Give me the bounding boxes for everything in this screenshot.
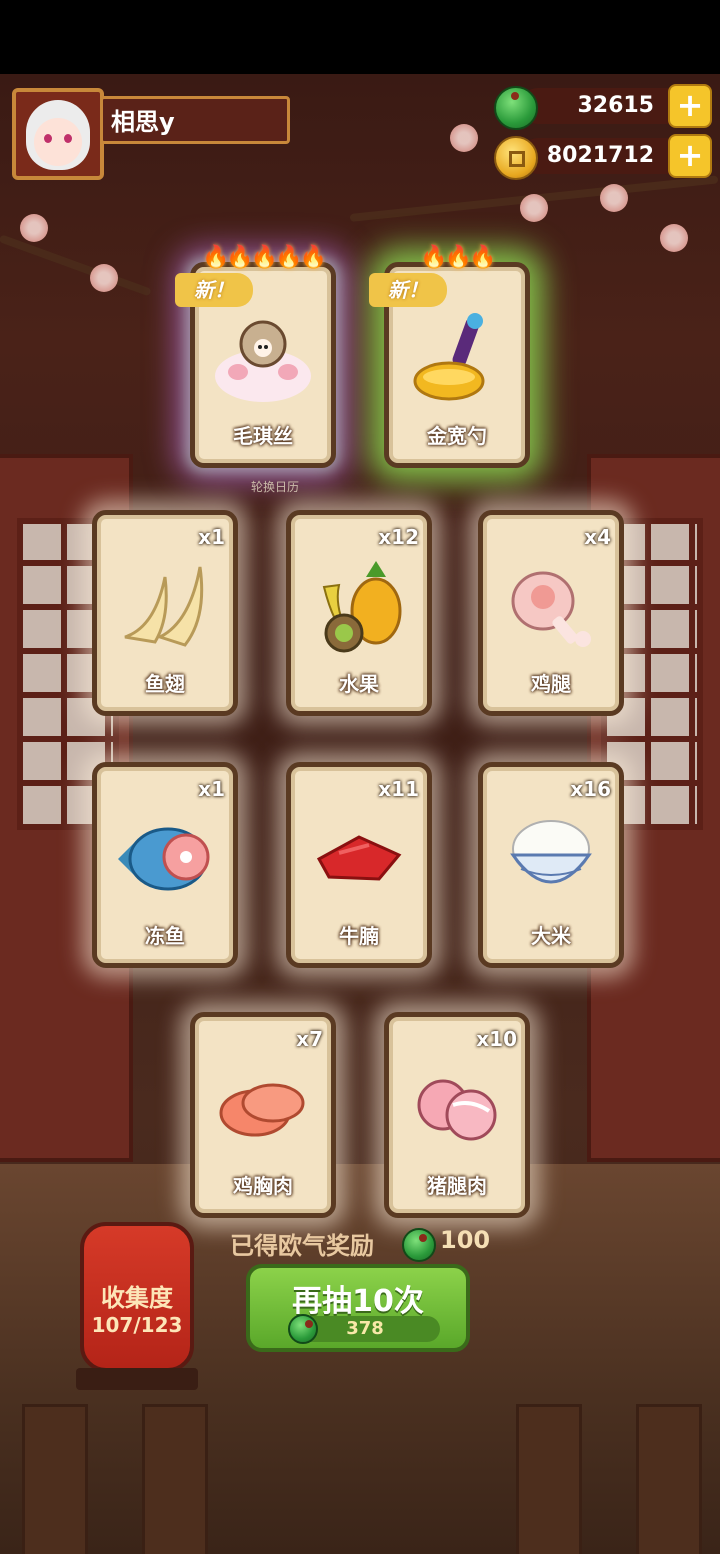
jade-icon (288, 1314, 318, 1344)
card-quantity: x7 (296, 1027, 323, 1051)
new-badge: 新！ (175, 273, 253, 307)
collection-label: 收集度 (101, 1284, 173, 1312)
shark-fin-icon (115, 557, 215, 661)
pork-leg-icon (407, 1069, 507, 1153)
card-name: 鸡胸肉 (233, 1174, 293, 1198)
featured-card[interactable]: 🔥🔥🔥🔥🔥 新！ 毛琪丝 (175, 245, 336, 468)
reward-card[interactable]: x1 冻鱼 (92, 762, 238, 968)
fence-post (142, 1404, 208, 1554)
rotation-calendar-caption: 轮换日历 (250, 480, 299, 494)
reward-card[interactable]: x7 鸡胸肉 (190, 1012, 336, 1218)
reward-card[interactable]: x4 鸡腿 (478, 510, 624, 716)
golden-ladle-icon (407, 309, 507, 413)
card-name: 猪腿肉 (427, 1174, 487, 1198)
collection-lantern[interactable]: 收集度 107/123 (80, 1222, 194, 1372)
card-quantity: x12 (378, 525, 419, 549)
reward-card[interactable]: x12 水果 (286, 510, 432, 716)
reward-card[interactable]: x16 大米 (478, 762, 624, 968)
add-jade-button[interactable]: + (668, 84, 712, 128)
cat-character-icon (208, 314, 318, 408)
card-quantity: x16 (570, 777, 611, 801)
card-name: 金宽勺 (427, 424, 487, 448)
fence-post (22, 1404, 88, 1554)
rice-bowl-icon (501, 809, 601, 913)
card-quantity: x1 (198, 777, 225, 801)
player-name: 相思y (100, 96, 290, 144)
reward-card[interactable]: x10 猪腿肉 (384, 1012, 530, 1218)
jade-icon (402, 1228, 436, 1262)
rarity-flames: 🔥🔥🔥 (420, 245, 496, 270)
card-quantity: x11 (378, 777, 419, 801)
lantern-stand (76, 1368, 198, 1390)
game-screen: 相思y 32615 + 8021712 + 🔥🔥🔥🔥🔥 新！ 毛琪丝 🔥🔥🔥 新… (0, 0, 720, 1554)
reward-card[interactable]: x11 牛腩 (286, 762, 432, 968)
card-name: 冻鱼 (145, 924, 185, 948)
rarity-flames: 🔥🔥🔥🔥🔥 (202, 245, 327, 270)
chicken-breast-icon (213, 1069, 313, 1153)
draw-cost-value: 378 (346, 1318, 384, 1339)
avatar-face (26, 100, 90, 170)
fruit-basket-icon (304, 557, 414, 661)
card-name: 鸡腿 (531, 672, 571, 696)
card-name: 水果 (339, 672, 379, 696)
card-name: 鱼翅 (145, 672, 185, 696)
card-name: 大米 (531, 924, 571, 948)
collection-count: 107/123 (91, 1313, 183, 1337)
new-badge: 新！ (369, 273, 447, 307)
card-name: 毛琪丝 (233, 424, 293, 448)
card-quantity: x4 (584, 525, 611, 549)
card-quantity: x10 (476, 1027, 517, 1051)
chicken-leg-icon (501, 557, 601, 661)
coin-icon (494, 136, 538, 180)
draw-again-label: 再抽10次 (292, 1284, 424, 1319)
fence-post (636, 1404, 702, 1554)
reward-label: 已得欧气奖励 (230, 1232, 374, 1260)
draw-again-button[interactable]: 再抽10次 378 (246, 1264, 470, 1352)
card-quantity: x1 (198, 525, 225, 549)
beef-brisket-icon (309, 819, 409, 903)
reward-card[interactable]: x1 鱼翅 (92, 510, 238, 716)
add-coins-button[interactable]: + (668, 134, 712, 178)
player-avatar[interactable] (12, 88, 104, 180)
featured-card[interactable]: 🔥🔥🔥 新！ 金宽勺 (369, 245, 530, 468)
jade-icon (494, 86, 538, 130)
card-name: 牛腩 (339, 924, 379, 948)
reward-value: 100 (440, 1226, 491, 1254)
fence-post (516, 1404, 582, 1554)
frozen-fish-icon (110, 809, 220, 913)
